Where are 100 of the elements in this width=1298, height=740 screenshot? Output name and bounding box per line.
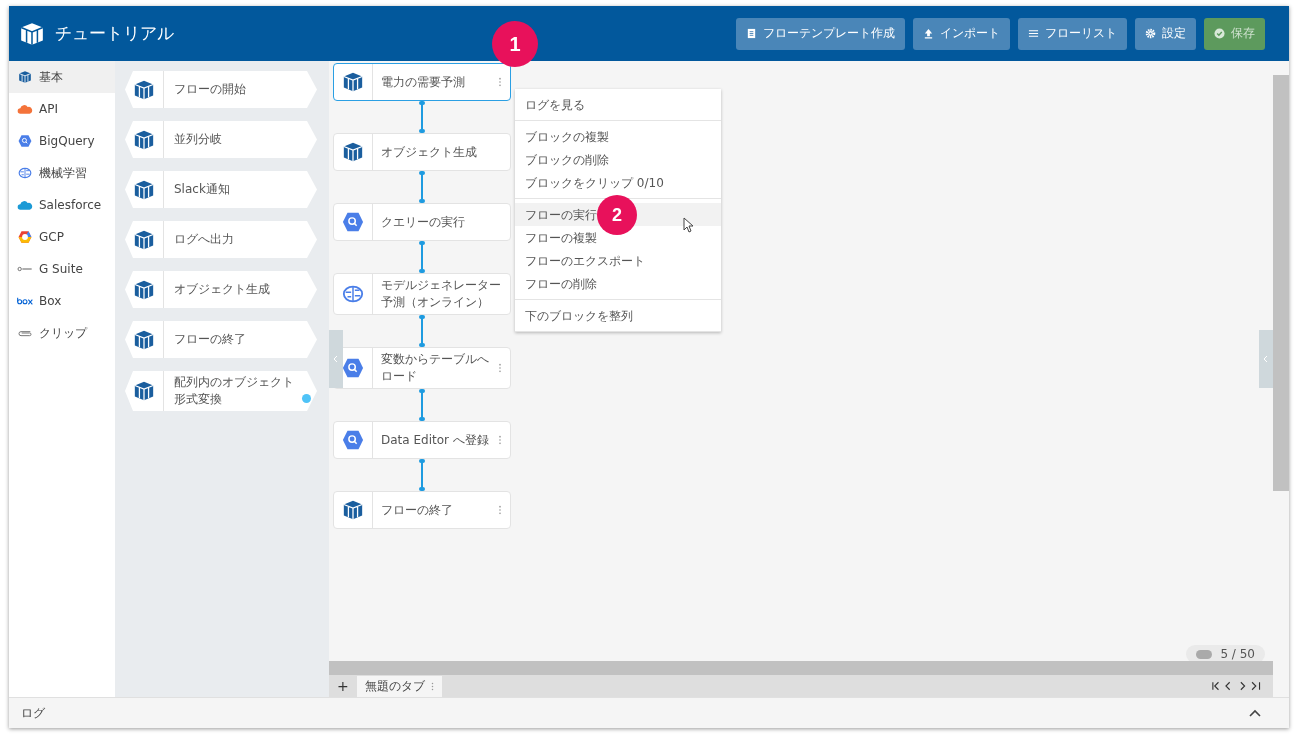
check-circle-icon [1214,28,1225,39]
connector-line [421,101,423,133]
menu-item[interactable]: ブロックをクリップ 0/10 [525,176,664,190]
collapse-handle[interactable] [1259,330,1273,388]
hexagon-search-icon [342,211,364,233]
category-item[interactable]: 機械学習 [9,157,115,189]
menu-item[interactable]: ログを見る [525,98,585,112]
upload-icon [923,28,934,39]
tab-label: 無題のタブ [364,677,425,695]
connector-line [421,171,423,203]
block-label: ログへ出力 [173,231,235,248]
settings-button[interactable]: 設定 [1135,17,1196,50]
cube-icon [17,70,33,84]
block-label: 電力の需要予測 [380,73,466,91]
template-button[interactable]: フローテンプレート作成 [736,17,905,50]
block-label: 変数からテーブルへロード [380,351,490,385]
document-icon [746,28,757,39]
block-label: オブジェクト生成 [380,143,478,161]
block-template[interactable]: フローの終了 [125,321,317,358]
hexagon-icon [17,230,33,244]
cube-icon [342,141,364,163]
block-label: モデルジェネレーター予測（オンライン） [380,277,502,311]
hexagon-search-icon [17,134,33,148]
category-item[interactable]: BigQuery [9,125,115,157]
cube-icon [133,328,155,351]
more-icon[interactable] [498,505,502,515]
category-item[interactable]: 基本 [9,61,115,93]
connector-line [421,459,423,491]
block-template[interactable]: Slack通知 [125,171,317,208]
category-item[interactable]: Salesforce [9,189,115,221]
toggle-icon [1196,649,1213,659]
menu-item[interactable]: ブロックの複製 [525,130,609,144]
cube-icon [133,228,155,251]
block-label: 配列内のオブジェクト形式変換 [173,374,295,408]
cube-icon [133,78,155,101]
settings-icon [1145,28,1156,39]
category-item[interactable]: クリップ [9,317,115,349]
app-title: チュートリアル [55,22,174,45]
cube-icon [133,380,155,402]
block-template[interactable]: ログへ出力 [125,221,317,258]
add-tab-button[interactable]: + [337,678,349,694]
hexagon-search-icon [342,429,364,451]
cloud-icon [17,198,33,212]
brain-icon [17,166,33,180]
block-template[interactable]: オブジェクト生成 [125,271,317,308]
more-icon[interactable] [498,77,502,87]
block-label: フローの終了 [173,331,247,348]
flow-block[interactable]: フローの終了 [333,491,511,529]
brain-icon [342,283,364,305]
connector-line [421,315,423,347]
vertical-scrollbar[interactable] [1273,75,1289,491]
log-title: ログ [21,704,45,722]
connector-line [421,389,423,421]
flow-block[interactable]: オブジェクト生成 [333,133,511,171]
import-button[interactable]: インポート [913,17,1010,50]
list-button[interactable]: フローリスト [1018,17,1127,50]
cube-icon [133,278,155,301]
block-template[interactable]: 並列分岐 [125,121,317,158]
block-label: Slack通知 [173,181,231,198]
cursor-icon [683,217,693,233]
category-item[interactable]: API [9,93,115,125]
chevron-left-icon [332,355,340,363]
category-item[interactable]: GCP [9,221,115,253]
flow-block[interactable]: Data Editor へ登録 [333,421,511,459]
cloud-icon [17,102,33,116]
menu-item[interactable]: ブロックの削除 [525,153,609,167]
chevron-left-icon [1262,355,1270,363]
flow-block[interactable]: クエリーの実行 [333,203,511,241]
cube-icon [133,128,155,151]
flow-block[interactable]: 電力の需要予測 [333,63,511,101]
connector-line [421,241,423,273]
menu-item[interactable]: フローのエクスポート [525,254,645,268]
tab[interactable]: 無題のタブ [356,675,442,697]
menu-item[interactable]: フローの削除 [525,277,597,291]
block-label: フローの終了 [380,501,454,519]
list-icon [1028,28,1039,39]
flow-block[interactable]: モデルジェネレーター予測（オンライン） [333,273,511,315]
block-label: クエリーの実行 [380,213,466,231]
cube-logo-icon [19,20,45,47]
collapse-handle[interactable] [329,330,343,388]
cube-icon [342,71,364,93]
menu-item[interactable]: フローの複製 [525,231,597,245]
block-label: 並列分岐 [173,131,223,148]
chevron-up-icon[interactable] [1249,709,1261,717]
cube-icon [342,499,364,521]
block-template[interactable]: 配列内のオブジェクト形式変換 [125,371,317,411]
more-icon[interactable] [498,435,502,445]
menu-item[interactable]: 下のブロックを整列 [525,309,633,323]
hexagon-search-icon [342,357,364,379]
more-icon[interactable] [498,363,502,373]
block-label: フローの開始 [173,81,247,98]
counter-text: 5 / 50 [1220,647,1255,661]
category-item[interactable]: Box [9,285,115,317]
horizontal-scrollbar[interactable] [329,661,1273,675]
cube-icon [133,178,155,201]
category-item[interactable]: G Suite [9,253,115,285]
menu-item[interactable]: フローの実行 [525,208,597,222]
block-template[interactable]: フローの開始 [125,71,317,108]
block-label: オブジェクト生成 [173,281,271,298]
block-label: Data Editor へ登録 [380,431,490,449]
